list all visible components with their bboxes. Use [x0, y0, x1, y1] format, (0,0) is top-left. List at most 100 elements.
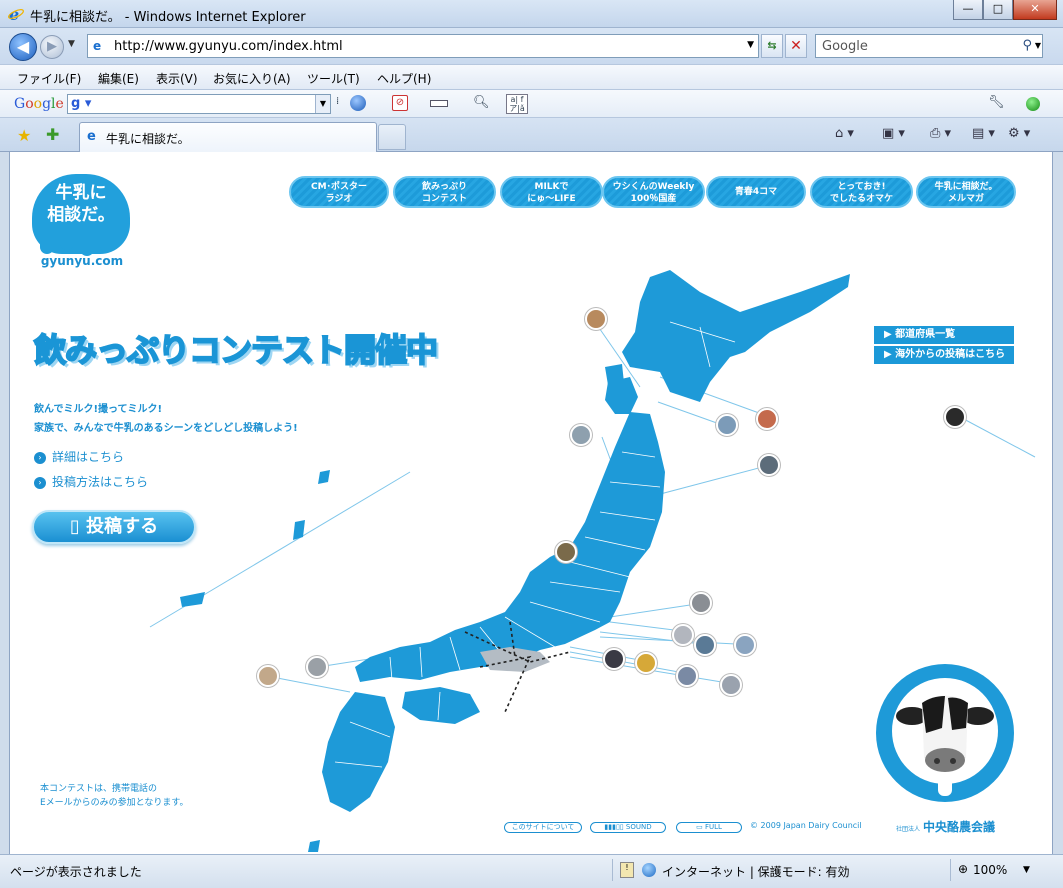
print-icon[interactable]: ⎙ ▾ — [930, 126, 951, 141]
photo-marker[interactable] — [555, 541, 577, 563]
google-status-icon[interactable] — [1026, 97, 1040, 111]
status-separator — [950, 859, 951, 881]
nav-cm-poster[interactable]: CM･ポスター ラジオ — [289, 176, 389, 208]
photo-marker[interactable] — [676, 665, 698, 687]
autofill-icon[interactable] — [430, 100, 448, 107]
minimize-button[interactable]: — — [953, 0, 983, 20]
photo-marker[interactable] — [734, 634, 756, 656]
menu-edit[interactable]: 編集(E) — [98, 70, 139, 87]
google-g-icon[interactable]: g ▾ — [71, 96, 91, 111]
stop-button[interactable]: ✕ — [785, 34, 807, 58]
photo-marker[interactable] — [756, 408, 778, 430]
tools-gear-icon[interactable]: ⚙ ▾ — [1008, 126, 1030, 141]
add-favorite-icon[interactable]: ✚ — [46, 125, 59, 144]
translate-icon[interactable]: a| f ア|ǎ — [506, 94, 528, 114]
wrench-icon[interactable]: 🔧︎ — [988, 95, 1005, 113]
triangle-right-icon: ▶ — [884, 349, 896, 360]
home-icon[interactable]: ⌂ ▾ — [835, 126, 854, 141]
zoom-level[interactable]: 100% — [973, 863, 1007, 877]
photo-marker[interactable] — [603, 648, 625, 670]
photo-marker[interactable] — [257, 665, 279, 687]
menu-help[interactable]: ヘルプ(H) — [377, 70, 431, 87]
back-button[interactable]: ◀ — [9, 33, 37, 61]
logo-url: gyunyu.com — [40, 254, 124, 268]
menu-view[interactable]: 表示(V) — [156, 70, 198, 87]
menu-tools[interactable]: ツール(T) — [307, 70, 360, 87]
search-input[interactable]: Google ⚲ ▼ — [815, 34, 1043, 58]
photo-marker[interactable] — [306, 656, 328, 678]
cow-badge[interactable] — [876, 664, 1014, 802]
stop-icon: ✕ — [790, 38, 802, 54]
close-button[interactable]: ✕ — [1013, 0, 1057, 20]
url-dropdown-icon[interactable]: ▼ — [747, 40, 754, 50]
mobile-phone-icon: ▯ — [69, 516, 87, 537]
about-site-button[interactable]: このサイトについて — [504, 822, 582, 833]
new-tab-button[interactable] — [378, 124, 406, 150]
search-icon[interactable]: ⚲ — [1022, 38, 1032, 53]
forward-arrow-icon: ▶ — [47, 39, 57, 54]
zoom-icon[interactable]: ⊕ — [958, 862, 968, 876]
overseas-post-button[interactable]: ▶ 海外からの投稿はこちら — [874, 346, 1014, 364]
page-menu-icon[interactable]: ▤ ▾ — [972, 126, 995, 141]
google-search-globe-icon[interactable] — [350, 95, 366, 111]
internet-globe-icon — [642, 863, 656, 877]
highlight-magnify-icon[interactable]: 🔍︎ — [473, 95, 490, 113]
photo-marker[interactable] — [716, 414, 738, 436]
photo-marker[interactable] — [758, 454, 780, 476]
tab-active[interactable]: e 牛乳に相談だ。 — [79, 122, 377, 152]
toolbar-separator-icon: ⁞ — [336, 96, 340, 107]
recent-pages-dropdown[interactable]: ▼ — [68, 39, 75, 49]
nav-mailmag[interactable]: 牛乳に相談だ。 メルマガ — [916, 176, 1016, 208]
zoom-dropdown[interactable]: ▼ — [1023, 865, 1030, 875]
copyright: © 2009 Japan Dairy Council — [750, 821, 862, 830]
favorites-star-icon[interactable]: ★ — [17, 126, 31, 145]
nav-omake[interactable]: とっておき! でしたるオマケ — [810, 176, 913, 208]
how-to-post-link[interactable]: › 投稿方法はこちら — [34, 473, 148, 490]
sound-toggle-button[interactable]: ▮▮▮▯▯ SOUND — [590, 822, 666, 833]
url-text: http://www.gyunyu.com/index.html — [114, 39, 343, 54]
page-viewport: 牛乳に 相談だ。 gyunyu.com CM･ポスター ラジオ 飲みっぷり コンテスト… — [9, 152, 1053, 854]
tab-page-icon: e — [87, 129, 96, 144]
footer-note: 本コンテストは、携帯電話の Eメールからのみの参加となります。 — [40, 784, 189, 808]
refresh-button[interactable]: ⇆ — [761, 34, 783, 58]
photo-marker[interactable] — [720, 674, 742, 696]
contest-lead: 飲んでミルク!撮ってミルク! 家族で、みんなで牛乳のあるシーンをどしどし投稿しよ… — [34, 404, 298, 434]
photo-marker[interactable] — [672, 624, 694, 646]
nav-weekly[interactable]: ウシくんのWeekly 100％国産 — [602, 176, 705, 208]
tab-bar: ★ ✚ e 牛乳に相談だ。 ⌂ ▾ ▣ ▾ ⎙ ▾ ▤ ▾ ⚙ ▾ — [0, 118, 1063, 152]
feeds-icon[interactable]: ▣ ▾ — [882, 126, 905, 141]
status-separator — [612, 859, 613, 881]
fullscreen-button[interactable]: ▭ FULL — [676, 822, 742, 833]
photo-marker[interactable] — [570, 424, 592, 446]
forward-button[interactable]: ▶ — [40, 35, 64, 59]
menu-bar: ファイル(F) 編集(E) 表示(V) お気に入り(A) ツール(T) ヘルプ(… — [0, 64, 1063, 90]
window-title: 牛乳に相談だ。 - Windows Internet Explorer — [30, 10, 306, 25]
photo-marker[interactable] — [694, 634, 716, 656]
top-navigation: CM･ポスター ラジオ 飲みっぷり コンテスト MILKで にゅ～LIFE ウシくんの… — [289, 176, 1016, 210]
nav-milk-life[interactable]: MILKで にゅ～LIFE — [500, 176, 603, 208]
popup-blocker-icon[interactable]: ⊘ — [392, 95, 408, 111]
details-link[interactable]: › 詳細はこちら — [34, 448, 124, 465]
nav-contest[interactable]: 飲みっぷり コンテスト — [393, 176, 496, 208]
google-search-input[interactable]: g ▾ ▼ — [67, 94, 331, 114]
prefecture-list-button[interactable]: ▶ 都道府県一覧 — [874, 326, 1014, 344]
photo-marker[interactable] — [690, 592, 712, 614]
google-toolbar: Google g ▾ ▼ ⁞ ⊘ 🔍︎ a| f ア|ǎ 🔧︎ — [0, 90, 1063, 118]
logo-drip — [40, 240, 54, 254]
post-button[interactable]: ▯ 投稿する — [32, 510, 196, 544]
photo-marker[interactable] — [944, 406, 966, 428]
photo-marker[interactable] — [635, 652, 657, 674]
search-provider-dropdown[interactable]: ▼ — [1035, 41, 1041, 50]
sound-meter-icon: ▮▮▮▯▯ — [604, 823, 626, 831]
security-zone-text[interactable]: インターネット | 保護モード: 有効 — [662, 863, 850, 880]
google-logo[interactable]: Google — [14, 96, 64, 112]
menu-favorites[interactable]: お気に入り(A) — [213, 70, 291, 87]
photo-marker[interactable] — [585, 308, 607, 330]
url-field[interactable]: e http://www.gyunyu.com/index.html ▼ — [87, 34, 759, 58]
council-logo[interactable]: 社団法人 中央酪農会議 — [896, 818, 995, 835]
menu-file[interactable]: ファイル(F) — [17, 70, 81, 87]
title-bar: e 牛乳に相談だ。 - Windows Internet Explorer — … — [0, 0, 1063, 28]
maximize-button[interactable]: □ — [983, 0, 1013, 20]
nav-seishun-4koma[interactable]: 青春4コマ — [706, 176, 806, 208]
google-search-dropdown[interactable]: ▼ — [315, 95, 330, 113]
